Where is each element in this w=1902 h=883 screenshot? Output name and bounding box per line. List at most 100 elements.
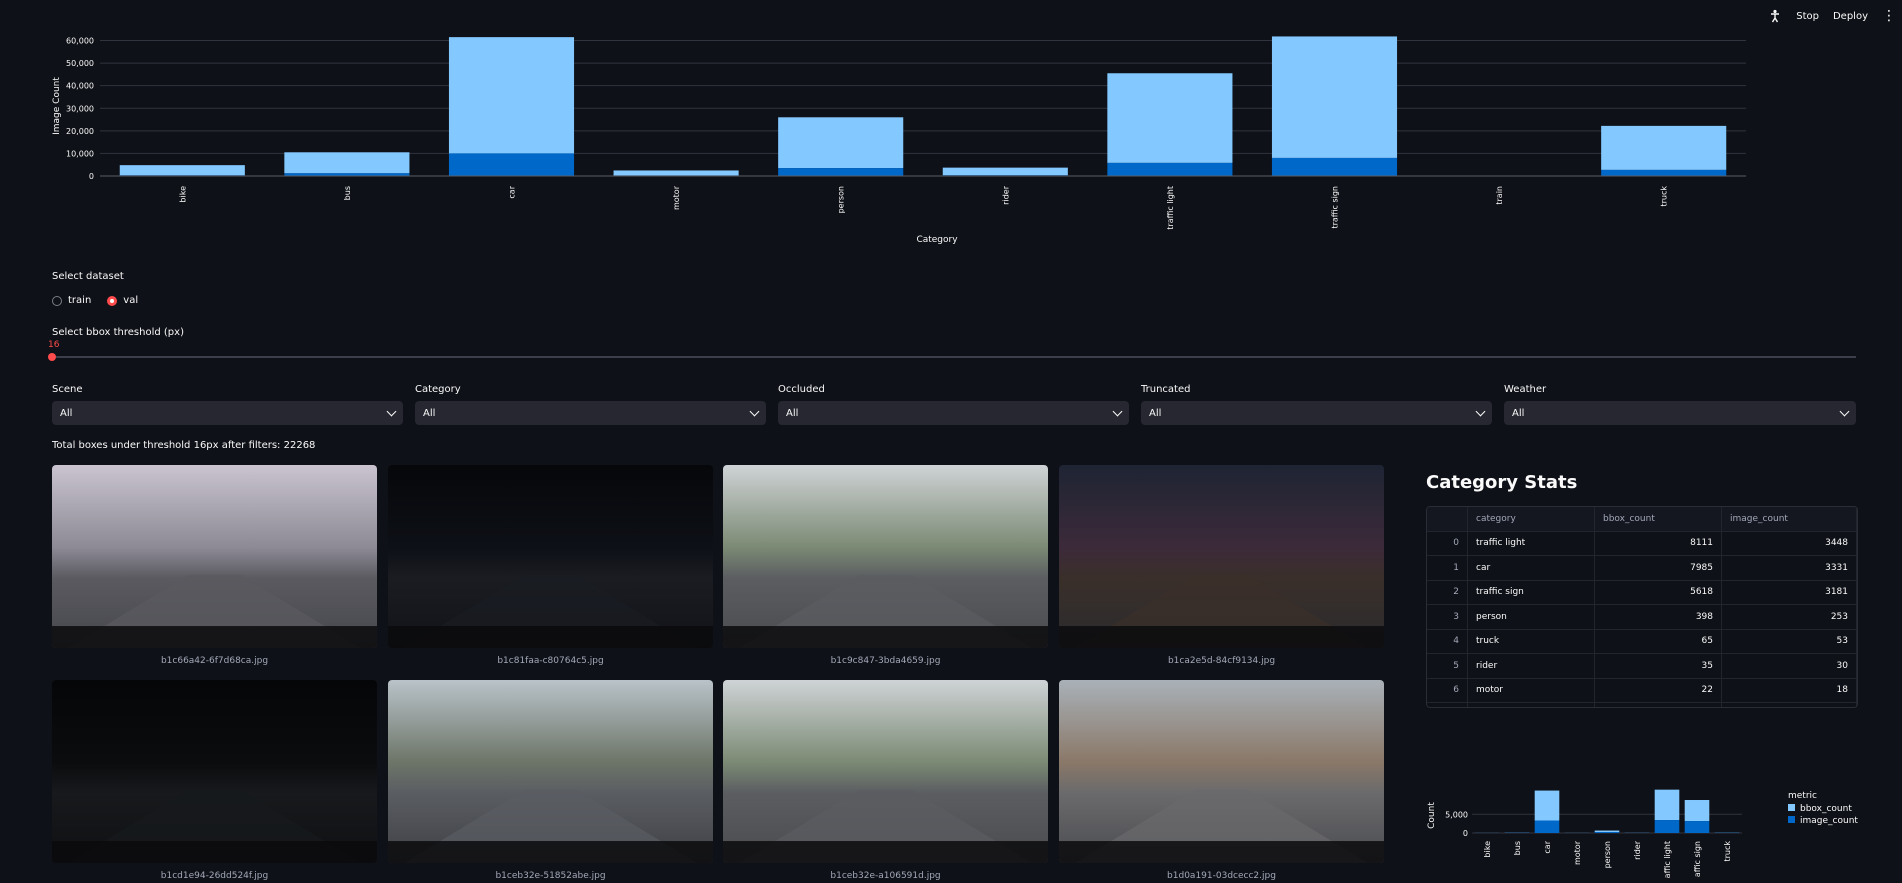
row-image-count[interactable]: 253 [1721,604,1857,630]
bar-image-count[interactable] [1271,157,1398,176]
gallery-image[interactable] [388,465,713,648]
bar-bbox-count[interactable] [448,37,575,154]
row-category[interactable]: car [1467,555,1595,581]
col-image-count[interactable]: image_count [1721,507,1857,532]
row-index[interactable]: 2 [1427,580,1468,605]
filter-truncated-value: All [1149,407,1162,419]
bar-bbox-count[interactable] [1684,800,1710,822]
radio-train[interactable]: train [52,295,91,306]
threshold-slider-thumb[interactable] [48,353,56,361]
table-row[interactable]: 1 car 7985 3331 [1427,555,1857,581]
table-row[interactable]: 2 traffic sign 5618 3181 [1427,580,1857,605]
bar-image-count[interactable] [1594,832,1620,833]
bar-bbox-count[interactable] [942,167,1068,176]
bar-image-count[interactable] [778,168,904,176]
col-index[interactable] [1427,507,1468,532]
x-tick-label: truck [1660,186,1669,207]
row-image-count[interactable]: 3181 [1721,580,1857,605]
gallery-image[interactable] [52,465,377,648]
bar-image-count[interactable] [448,153,575,176]
row-index[interactable]: 6 [1427,678,1468,703]
gallery-image[interactable] [723,465,1048,648]
row-category[interactable]: traffic sign [1467,580,1595,605]
bar-bbox-count[interactable] [613,170,739,176]
table-row[interactable]: 0 traffic light 8111 3448 [1427,531,1857,556]
gallery-image[interactable] [723,680,1048,863]
row-bbox-count[interactable]: 5618 [1594,580,1722,605]
legend-item[interactable]: image_count [1800,816,1858,826]
row-index[interactable]: 1 [1427,555,1468,581]
row-index[interactable]: 7 [1427,702,1468,707]
row-category[interactable]: motor [1467,678,1595,703]
table-row[interactable]: 3 person 398 253 [1427,604,1857,630]
row-image-count[interactable]: 3331 [1721,555,1857,581]
deploy-button[interactable]: Deploy [1833,11,1868,22]
row-image-count[interactable]: 18 [1721,678,1857,703]
row-image-count[interactable]: 53 [1721,629,1857,654]
legend-swatch [1788,804,1795,811]
row-bbox-count[interactable]: 22 [1594,678,1722,703]
gallery-image[interactable] [388,680,713,863]
row-bbox-count[interactable]: 8111 [1594,531,1722,556]
row-bbox-count[interactable]: 35 [1594,653,1722,679]
bar-bbox-count[interactable] [778,117,904,169]
row-image-count[interactable]: 3448 [1721,531,1857,556]
image-caption: b1d0a191-03dcecc2.jpg [1167,871,1276,881]
radio-train-dot[interactable] [52,295,62,306]
y-tick-label: 10,000 [66,149,94,158]
bar-bbox-count[interactable] [1271,36,1398,158]
bar-image-count[interactable] [1654,820,1680,833]
bar-bbox-count[interactable] [119,165,245,176]
row-index[interactable]: 5 [1427,653,1468,679]
bar-image-count[interactable] [1601,169,1727,176]
row-category[interactable]: traffic light [1467,531,1595,556]
row-image-count[interactable]: 18 [1721,702,1857,707]
row-bbox-count[interactable]: 7985 [1594,555,1722,581]
gallery-image[interactable] [52,680,377,863]
row-category[interactable]: rider [1467,653,1595,679]
col-bbox-count[interactable]: bbox_count [1594,507,1722,532]
row-index[interactable]: 4 [1427,629,1468,654]
row-image-count[interactable]: 30 [1721,653,1857,679]
bar-image-count[interactable] [1107,162,1233,176]
threshold-slider-track[interactable] [52,356,1856,358]
filter-weather-select[interactable]: All [1504,401,1856,425]
filter-category-select[interactable]: All [415,401,766,425]
bar-bbox-count[interactable] [1534,790,1560,821]
bar-bbox-count[interactable] [1107,73,1233,163]
col-category[interactable]: category [1467,507,1595,532]
stop-button[interactable]: Stop [1796,11,1819,22]
bar-bbox-count[interactable] [1654,789,1680,821]
row-category[interactable]: person [1467,604,1595,630]
x-tick-label: traffic light [1166,186,1175,230]
table-row[interactable]: 7bike2018 [1427,702,1857,707]
radio-val[interactable]: val [107,295,138,306]
bar-image-count[interactable] [1684,821,1710,833]
row-category[interactable]: truck [1467,629,1595,654]
row-bbox-count[interactable]: 20 [1594,702,1722,707]
filter-scene-select[interactable]: All [52,401,403,425]
table-row[interactable]: 5 rider 35 30 [1427,653,1857,679]
row-bbox-count[interactable]: 398 [1594,604,1722,630]
row-bbox-count[interactable]: 65 [1594,629,1722,654]
bar-bbox-count[interactable] [1601,125,1727,170]
filter-truncated-select[interactable]: All [1141,401,1492,425]
row-category[interactable]: bike [1467,702,1595,707]
bar-bbox-count[interactable] [1594,830,1620,833]
gallery-image[interactable] [1059,680,1384,863]
gallery-image[interactable] [1059,465,1384,648]
main-menu-icon[interactable]: ⋮ [1882,9,1896,23]
stats-table[interactable]: category bbox_count image_count 0 traffic… [1426,506,1858,708]
radio-val-dot[interactable] [107,295,118,306]
table-row[interactable]: 4 truck 65 53 [1427,629,1857,654]
row-index[interactable]: 0 [1427,531,1468,556]
x-tick-label: person [837,186,846,213]
bar-bbox-count[interactable] [284,152,410,174]
legend-item[interactable]: bbox_count [1800,804,1852,814]
filter-scene-value: All [60,407,73,419]
table-row[interactable]: 6 motor 22 18 [1427,678,1857,703]
x-tick-label: truck [1723,841,1732,862]
filter-occluded-select[interactable]: All [778,401,1129,425]
bar-image-count[interactable] [1534,820,1560,833]
row-index[interactable]: 3 [1427,604,1468,630]
